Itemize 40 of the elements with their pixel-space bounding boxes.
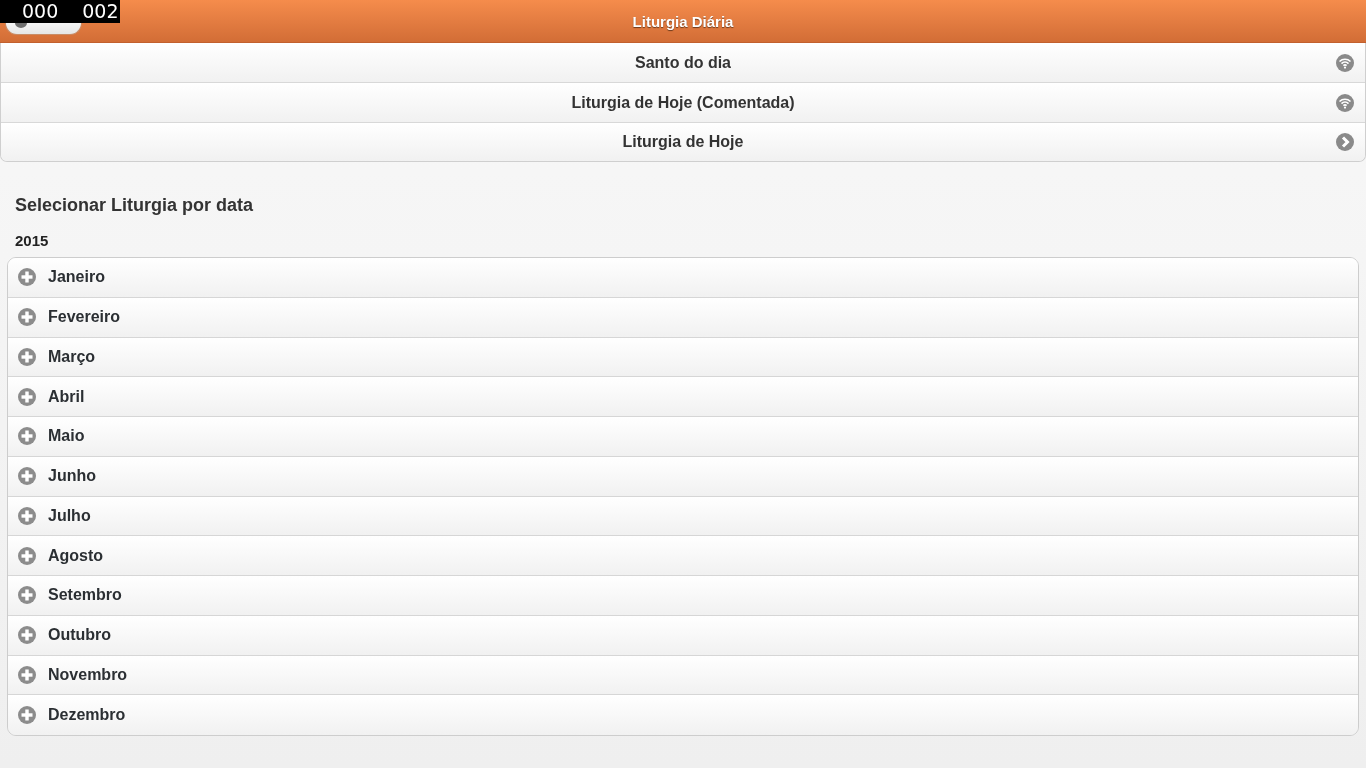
month-collapsible[interactable]: Março <box>8 337 1358 378</box>
month-label: Fevereiro <box>48 308 121 327</box>
month-label: Março <box>48 347 96 366</box>
month-collapsible[interactable]: Setembro <box>8 576 1358 616</box>
month-collapsible[interactable]: Janeiro <box>8 258 1358 298</box>
list-item-label: Liturgia de Hoje (Comentada) <box>571 93 795 112</box>
month-collapsible[interactable]: Outubro <box>8 615 1358 656</box>
list-item-label: Liturgia de Hoje <box>622 133 744 151</box>
month-label: Janeiro <box>48 268 105 287</box>
nav-list-item[interactable]: Liturgia de Hoje <box>1 123 1365 161</box>
nav-list-item[interactable]: Santo do dia <box>1 43 1365 83</box>
month-collapsible[interactable]: Junho <box>8 456 1358 497</box>
month-label: Abril <box>48 387 85 406</box>
month-label: Outubro <box>48 626 112 645</box>
month-collapsible[interactable]: Agosto <box>8 536 1358 576</box>
wifi-icon <box>1336 53 1354 72</box>
nav-list-item[interactable]: Liturgia de Hoje (Comentada) <box>1 83 1365 123</box>
back-button[interactable] <box>5 23 82 35</box>
month-collapsible[interactable]: Julho <box>8 496 1358 537</box>
month-label: Junho <box>48 467 96 486</box>
wifi-icon <box>1336 93 1354 112</box>
month-collapsible[interactable]: Dezembro <box>8 695 1358 735</box>
month-collapsible[interactable]: Fevereiro <box>8 297 1358 338</box>
month-label: Dezembro <box>48 706 126 725</box>
counter-digits: 002 <box>82 0 119 23</box>
month-label: Agosto <box>48 546 104 565</box>
counter-digits: 000 <box>22 0 59 23</box>
month-label: Maio <box>48 427 85 446</box>
month-collapsible[interactable]: Abril <box>8 377 1358 417</box>
month-label: Julho <box>48 506 91 525</box>
month-collapsible[interactable]: Maio <box>8 417 1358 457</box>
section-heading: Selecionar Liturgia por data <box>15 194 254 217</box>
list-item-label: Santo do dia <box>635 53 731 72</box>
chevron-right-icon <box>1336 133 1354 151</box>
page-title: Liturgia Diária <box>632 12 734 30</box>
semicircle-icon <box>15 23 27 28</box>
year-heading: 2015 <box>15 231 49 251</box>
month-label: Novembro <box>48 665 128 684</box>
month-label: Setembro <box>48 586 122 605</box>
month-collapsible[interactable]: Novembro <box>8 655 1358 696</box>
